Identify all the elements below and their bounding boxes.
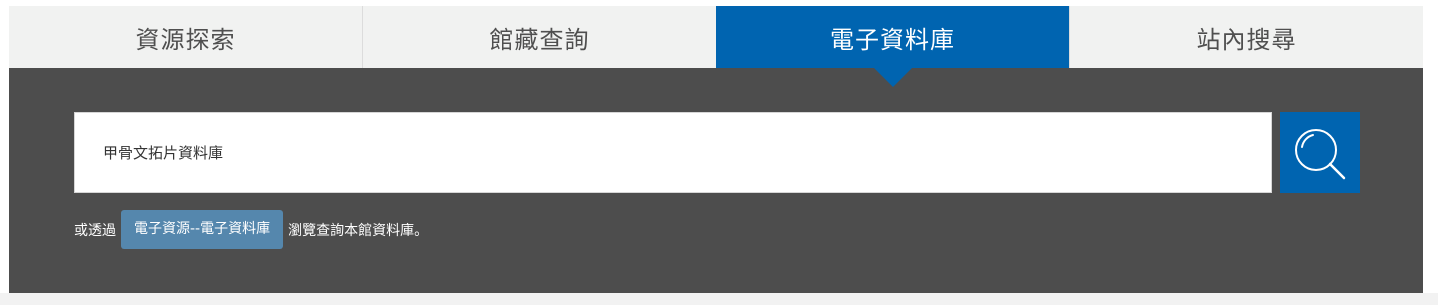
tab-label: 電子資料庫 [830, 25, 955, 54]
tab-site-search[interactable]: 站內搜尋 [1069, 6, 1423, 68]
page-bottom-strip [0, 293, 1438, 305]
active-tab-pointer [873, 68, 912, 87]
search-panel: 或透過 電子資源--電子資料庫 瀏覽查詢本館資料庫。 [9, 68, 1423, 293]
tab-label: 館藏查詢 [489, 25, 590, 54]
tab-label: 資源探索 [135, 25, 236, 54]
e-database-link[interactable]: 電子資源--電子資料庫 [121, 210, 284, 249]
hint-suffix: 瀏覽查詢本館資料庫。 [288, 222, 429, 239]
tab-label: 站內搜尋 [1196, 25, 1297, 54]
search-widget: 資源探索 館藏查詢 電子資料庫 站內搜尋 或透過 電子資源--電子資料 [9, 6, 1423, 293]
tab-catalog-search[interactable]: 館藏查詢 [362, 6, 716, 68]
search-input[interactable] [74, 112, 1272, 193]
search-tabs: 資源探索 館藏查詢 電子資料庫 站內搜尋 [9, 6, 1423, 87]
tab-resource-discovery[interactable]: 資源探索 [9, 6, 362, 68]
browse-hint: 或透過 電子資源--電子資料庫 瀏覽查詢本館資料庫。 [74, 210, 428, 249]
tab-e-databases[interactable]: 電子資料庫 [716, 6, 1069, 87]
search-icon [1280, 112, 1360, 193]
hint-prefix: 或透過 [74, 222, 116, 239]
search-button[interactable] [1280, 112, 1360, 193]
